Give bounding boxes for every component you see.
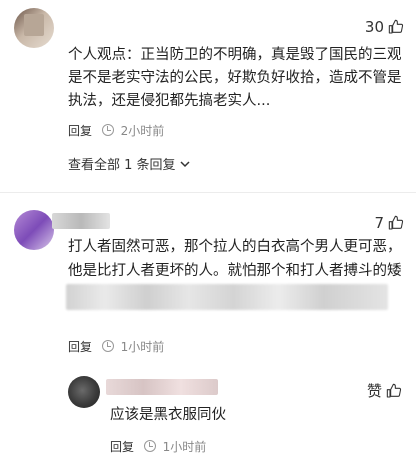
reply-button[interactable]: 回复 (110, 440, 134, 454)
clock-icon (143, 440, 156, 452)
comment-text-line-1: 打人者固然可恶，那个拉人的白衣高个男人更可恶， (68, 239, 402, 255)
username-blurred (52, 213, 110, 229)
avatar[interactable] (68, 376, 100, 408)
reply-meta: 回复 1小时前 (110, 438, 206, 455)
comment-meta: 回复 1小时前 (68, 338, 164, 355)
thumbs-up-icon (386, 383, 402, 398)
clock-icon (101, 340, 114, 352)
thumbs-up-icon (388, 215, 404, 230)
clock-icon (101, 124, 114, 136)
comment-time: 2小时前 (120, 124, 165, 138)
view-replies-label: 查看全部 1 条回复 (68, 158, 176, 173)
like-count[interactable]: 7 (374, 214, 404, 232)
thumbs-up-icon (388, 19, 404, 34)
comment-text-blurred (66, 284, 388, 310)
like-count-value: 7 (374, 214, 384, 232)
avatar[interactable] (14, 210, 54, 250)
comment-text: 个人观点：正当防卫的不明确，真是毁了国民的三观是不是老实守法的公民，好欺负好收拾… (68, 47, 402, 109)
username-blurred (106, 379, 218, 395)
reply-text: 应该是黑衣服同伙 (110, 407, 226, 423)
comment-text-line-2: 他是比打人者更坏的人。就怕那个和打人者搏斗的矮 (68, 263, 402, 279)
reply-button[interactable]: 回复 (68, 124, 92, 138)
reply-time: 1小时前 (162, 440, 207, 454)
reply-button[interactable]: 回复 (68, 340, 92, 354)
comment-time: 1小时前 (120, 340, 165, 354)
like-count[interactable]: 30 (365, 18, 404, 36)
like-count-value: 30 (364, 18, 384, 36)
like-label: 赞 (366, 382, 382, 400)
view-replies-link[interactable]: 查看全部 1 条回复 (68, 154, 191, 173)
like-button[interactable]: 赞 (367, 380, 402, 401)
divider (0, 192, 416, 193)
comment-meta: 回复 2小时前 (68, 122, 164, 139)
username-blurred (24, 14, 44, 36)
chevron-down-icon (180, 160, 190, 167)
